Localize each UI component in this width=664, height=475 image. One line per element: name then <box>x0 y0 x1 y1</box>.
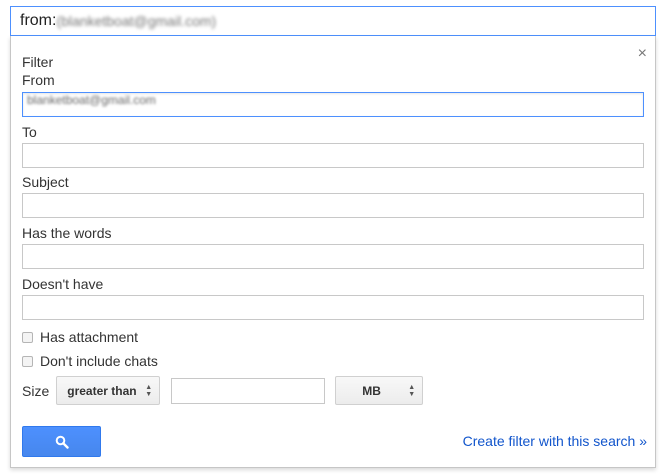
search-bar[interactable]: from: (blanketboat@gmail.com) <box>10 6 656 36</box>
size-row: Size greater than ▲ ▼ MB ▲ ▼ <box>22 376 424 405</box>
search-query-address: (blanketboat@gmail.com) <box>56 13 217 29</box>
close-icon[interactable]: × <box>638 46 647 62</box>
size-value-input[interactable] <box>171 377 326 404</box>
dont-include-chats-checkbox[interactable] <box>22 355 33 367</box>
doesnt-have-field[interactable] <box>22 295 644 320</box>
subject-label: Subject <box>22 174 69 190</box>
size-unit-value: MB <box>362 383 381 398</box>
magnifier-icon <box>55 435 69 449</box>
from-field[interactable] <box>22 92 644 117</box>
size-operator-value: greater than <box>67 383 137 398</box>
dont-include-chats-row: Don't include chats <box>22 353 158 369</box>
size-label: Size <box>22 382 50 399</box>
size-operator-select[interactable]: greater than ▲ ▼ <box>56 376 161 405</box>
filter-panel: × Filter From blanketboat@gmail.com To S… <box>10 36 656 468</box>
create-filter-link[interactable]: Create filter with this search » <box>463 433 647 449</box>
search-query-prefix: from: <box>20 12 57 29</box>
subject-field[interactable] <box>22 193 644 218</box>
has-attachment-checkbox[interactable] <box>22 331 33 343</box>
doesnt-have-label: Doesn't have <box>22 276 104 292</box>
panel-title: Filter <box>22 54 54 70</box>
size-unit-select[interactable]: MB ▲ ▼ <box>335 376 424 405</box>
search-button[interactable] <box>22 426 101 457</box>
to-field[interactable] <box>22 143 644 168</box>
dont-include-chats-label: Don't include chats <box>40 353 158 369</box>
has-words-field[interactable] <box>22 244 644 269</box>
from-label: From <box>22 72 55 88</box>
has-attachment-label: Has attachment <box>40 329 139 345</box>
has-words-label: Has the words <box>22 225 112 241</box>
up-down-arrows-icon: ▲ ▼ <box>408 383 416 398</box>
to-label: To <box>22 124 37 140</box>
up-down-arrows-icon: ▲ ▼ <box>145 383 153 398</box>
has-attachment-row: Has attachment <box>22 329 138 345</box>
